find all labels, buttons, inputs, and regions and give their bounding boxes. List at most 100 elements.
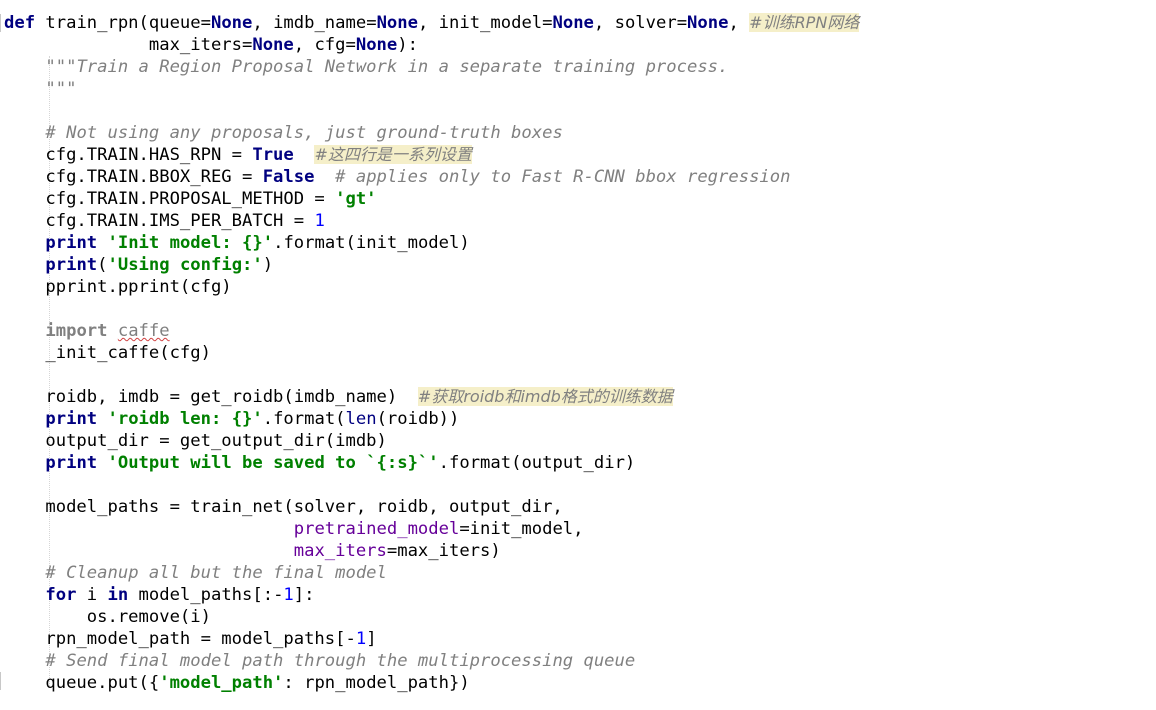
code-token: .format( <box>262 409 346 429</box>
code-line[interactable]: cfg.TRAIN.HAS_RPN = True #这四行是一系列设置 <box>4 144 859 166</box>
code-token: , <box>728 13 750 33</box>
keyword-token: None <box>210 13 253 33</box>
keyword-argument-token: pretrained_model <box>293 519 460 539</box>
code-line[interactable]: cfg.TRAIN.BBOX_REG = False # applies onl… <box>4 166 859 188</box>
keyword-token: print <box>45 453 98 473</box>
keyword-argument-token: max_iters <box>293 541 387 561</box>
code-line[interactable]: # Send final model path through the mult… <box>4 650 859 672</box>
keyword-token: None <box>252 35 294 55</box>
keyword-token: print <box>45 255 98 275</box>
code-token: i <box>76 585 108 605</box>
code-line[interactable]: roidb, imdb = get_roidb(imdb_name) #获取ro… <box>4 386 859 408</box>
code-line[interactable]: print 'roidb len: {}'.format(len(roidb)) <box>4 408 859 430</box>
chinese-comment-token: #训练RPN网络 <box>749 13 860 32</box>
code-editor[interactable]: def train_rpn(queue=None, imdb_name=None… <box>0 0 1156 710</box>
keyword-token: False <box>262 167 315 187</box>
code-token: (roidb)) <box>376 409 460 429</box>
string-token: 'roidb len: {}' <box>107 409 263 429</box>
number-token: 1 <box>283 585 294 605</box>
code-line[interactable]: queue.put({'model_path': rpn_model_path}… <box>4 672 859 694</box>
code-line[interactable]: max_iters=max_iters) <box>4 540 859 562</box>
code-line[interactable]: print 'Init model: {}'.format(init_model… <box>4 232 859 254</box>
code-token: rpn_model_path = model_paths[- <box>4 629 356 649</box>
code-token: ]: <box>293 585 315 605</box>
code-line[interactable]: model_paths = train_net(solver, roidb, o… <box>4 496 859 518</box>
code-line[interactable]: # Not using any proposals, just ground-t… <box>4 122 859 144</box>
code-token: cfg.TRAIN.BBOX_REG = <box>4 167 263 187</box>
import-keyword-token: import <box>45 321 108 341</box>
code-line[interactable] <box>4 364 859 386</box>
code-token: .format(init_model) <box>273 233 470 253</box>
code-line[interactable]: output_dir = get_output_dir(imdb) <box>4 430 859 452</box>
code-line[interactable]: print 'Output will be saved to `{:s}`'.f… <box>4 452 859 474</box>
code-line[interactable]: print('Using config:') <box>4 254 859 276</box>
code-token: =max_iters) <box>386 541 501 561</box>
code-token: pprint.pprint(cfg) <box>4 277 232 297</box>
code-line[interactable]: # Cleanup all but the final model <box>4 562 859 584</box>
code-line[interactable]: """Train a Region Proposal Network in a … <box>4 56 859 78</box>
code-token: cfg.TRAIN.PROPOSAL_METHOD = <box>4 189 336 209</box>
code-token: ] <box>366 629 377 649</box>
code-content[interactable]: def train_rpn(queue=None, imdb_name=None… <box>4 12 860 694</box>
code-token: .format(output_dir) <box>438 453 636 473</box>
keyword-token: None <box>552 13 594 33</box>
code-line[interactable]: pretrained_model=init_model, <box>4 518 859 540</box>
code-token: , imdb_name= <box>252 13 377 33</box>
keyword-token: None <box>355 35 398 55</box>
code-token: model_paths[:- <box>128 585 284 605</box>
code-token: train_rpn(queue= <box>35 13 211 33</box>
builtin-token: len <box>345 409 377 429</box>
code-line[interactable]: pprint.pprint(cfg) <box>4 276 859 298</box>
code-line[interactable]: for i in model_paths[:-1]: <box>4 584 859 606</box>
code-line[interactable]: os.remove(i) <box>4 606 859 628</box>
code-token: : rpn_model_path}) <box>283 673 470 693</box>
keyword-token: print <box>45 233 98 253</box>
code-token: os.remove(i) <box>4 607 211 627</box>
code-line[interactable]: """ <box>4 78 859 100</box>
code-token: , solver= <box>593 13 688 33</box>
code-line[interactable]: import caffe <box>4 320 859 342</box>
code-line[interactable]: cfg.TRAIN.IMS_PER_BATCH = 1 <box>4 210 859 232</box>
code-line[interactable]: _init_caffe(cfg) <box>4 342 859 364</box>
keyword-token: None <box>687 13 729 33</box>
chinese-comment-token: #获取roidb和imdb格式的训练数据 <box>417 387 673 406</box>
comment-token: # Not using any proposals, just ground-t… <box>45 123 563 143</box>
code-line[interactable]: cfg.TRAIN.PROPOSAL_METHOD = 'gt' <box>4 188 859 210</box>
comment-token: # Send final model path through the mult… <box>45 651 636 671</box>
code-line[interactable]: rpn_model_path = model_paths[-1] <box>4 628 859 650</box>
code-token: ): <box>397 35 418 55</box>
code-line[interactable] <box>4 100 859 122</box>
comment-token: # applies only to Fast R-CNN bbox regres… <box>335 167 791 187</box>
code-token: ( <box>97 255 108 275</box>
string-token: 'Output will be saved to `{:s}`' <box>107 453 439 473</box>
code-token: roidb, imdb = get_roidb(imdb_name) <box>4 387 418 407</box>
string-token: 'model_path' <box>159 673 284 693</box>
comment-token: # Cleanup all but the final model <box>45 563 387 583</box>
code-token: queue.put({ <box>4 673 160 693</box>
string-token: 'gt' <box>335 189 377 209</box>
code-token: , init_model= <box>417 13 553 33</box>
string-token: 'Init model: {}' <box>107 233 274 253</box>
code-token: output_dir = get_output_dir(imdb) <box>4 431 387 451</box>
code-line[interactable]: max_iters=None, cfg=None): <box>4 34 859 56</box>
keyword-token: None <box>376 13 418 33</box>
keyword-token: True <box>252 145 294 165</box>
code-token: _init_caffe(cfg) <box>4 343 211 363</box>
code-token: =init_model, <box>459 519 584 539</box>
string-token: 'Using config:' <box>107 255 263 275</box>
code-token: ) <box>262 255 274 275</box>
code-line[interactable] <box>4 298 859 320</box>
code-line[interactable]: def train_rpn(queue=None, imdb_name=None… <box>4 12 860 34</box>
code-line[interactable] <box>4 474 859 496</box>
